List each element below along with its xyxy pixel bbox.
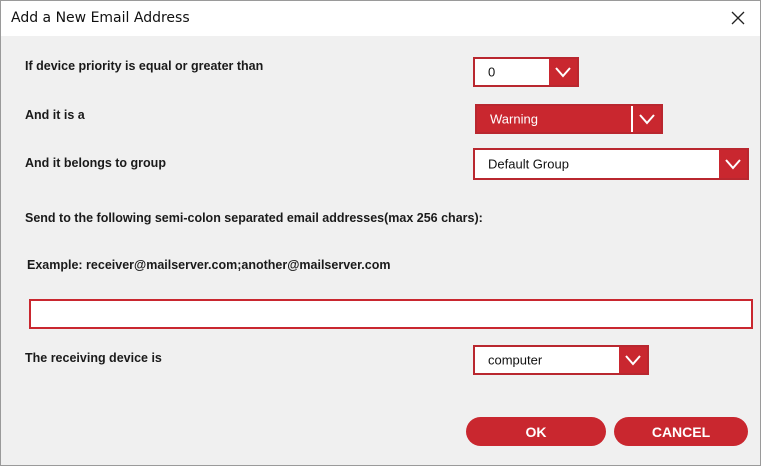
close-icon — [731, 11, 745, 25]
priority-label: If device priority is equal or greater t… — [25, 59, 264, 73]
group-value: Default Group — [488, 156, 569, 172]
ok-button[interactable]: OK — [466, 417, 606, 446]
email-addresses-input[interactable] — [29, 299, 753, 329]
type-select[interactable]: Warning — [475, 104, 663, 134]
title-bar: Add a New Email Address — [1, 1, 760, 36]
device-select[interactable]: computer — [473, 345, 649, 375]
dialog-title: Add a New Email Address — [11, 10, 190, 26]
send-to-label: Send to the following semi-colon separat… — [25, 211, 483, 225]
group-label: And it belongs to group — [25, 156, 166, 170]
device-label: The receiving device is — [25, 351, 162, 365]
chevron-down-icon — [617, 347, 647, 373]
type-label: And it is a — [25, 108, 85, 122]
group-select[interactable]: Default Group — [473, 148, 749, 180]
close-button[interactable] — [726, 6, 750, 30]
priority-select[interactable]: 0 — [473, 57, 579, 87]
cancel-button[interactable]: CANCEL — [614, 417, 748, 446]
chevron-down-icon — [717, 150, 747, 178]
type-value: Warning — [490, 111, 538, 127]
chevron-down-icon — [631, 106, 661, 132]
add-email-dialog: Add a New Email Address If device priori… — [0, 0, 761, 466]
device-value: computer — [488, 352, 543, 368]
priority-value: 0 — [488, 64, 496, 80]
example-text: Example: receiver@mailserver.com;another… — [27, 258, 391, 272]
chevron-down-icon — [547, 59, 577, 85]
